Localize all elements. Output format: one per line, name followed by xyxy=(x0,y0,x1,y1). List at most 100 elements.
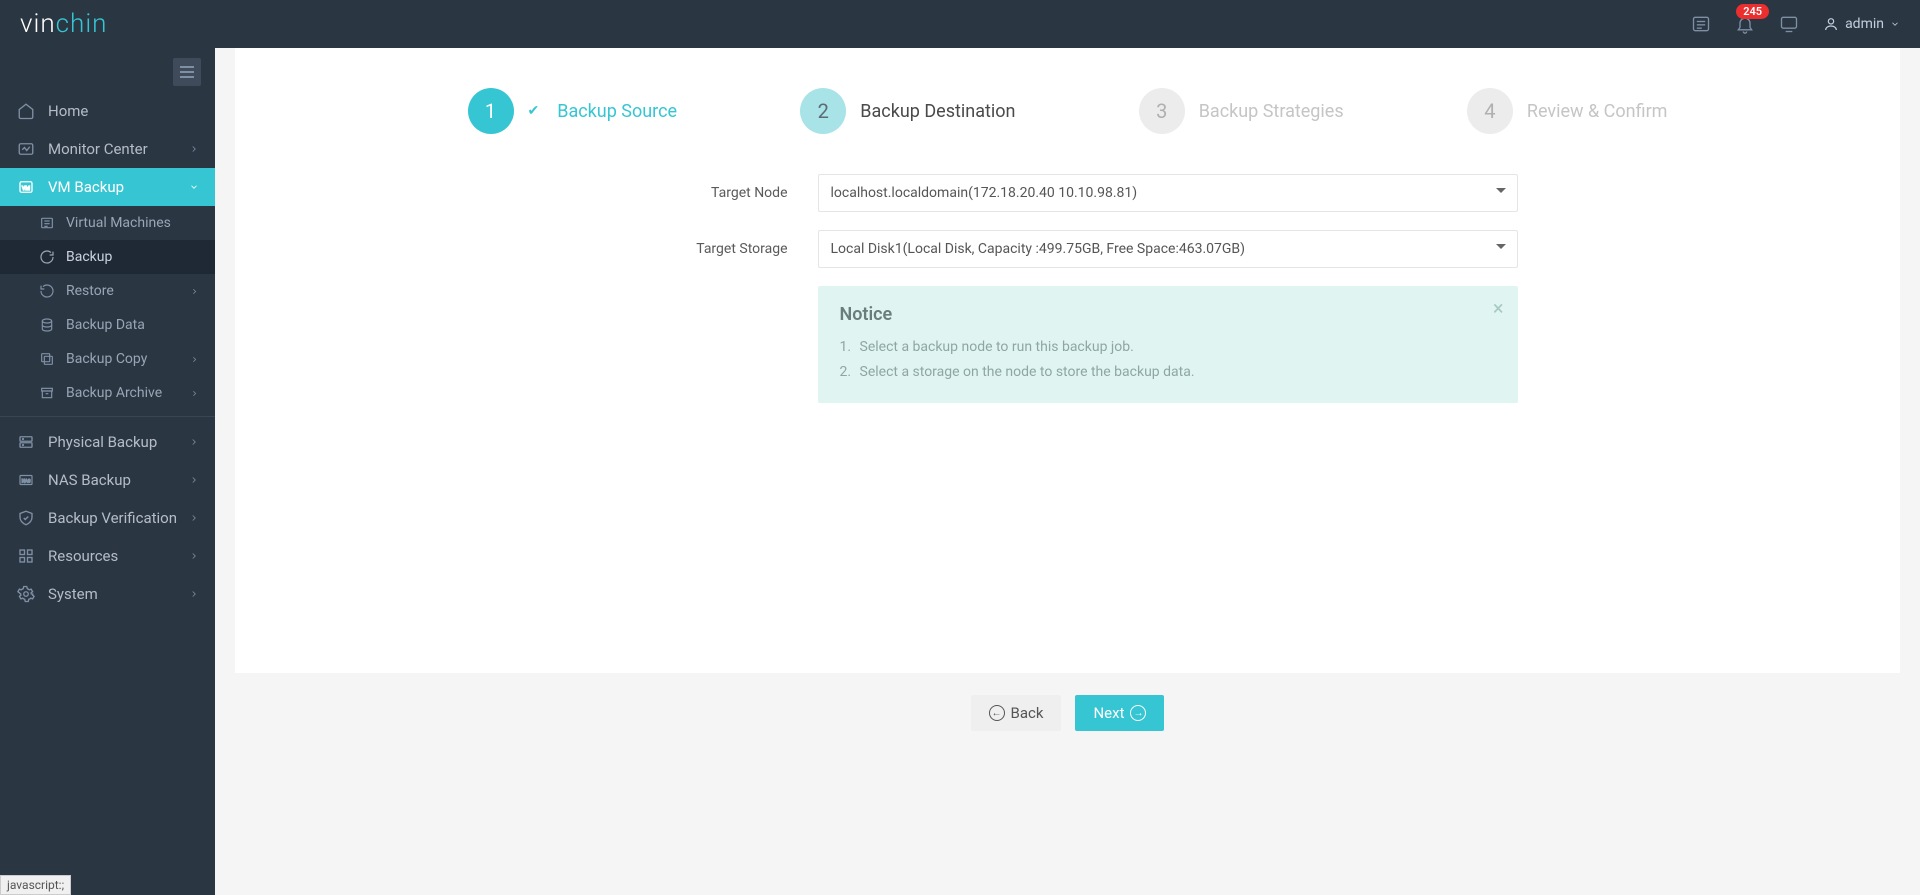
shield-check-icon xyxy=(16,509,36,527)
sub-label: Backup xyxy=(66,249,112,265)
gear-icon xyxy=(16,585,36,603)
nav-label: Physical Backup xyxy=(48,433,157,451)
status-bar-url: javascript:; xyxy=(0,875,71,895)
nav-label: System xyxy=(48,585,98,603)
chevron-down-icon xyxy=(1890,19,1900,29)
chevron-right-icon xyxy=(190,287,199,296)
nav-label: NAS Backup xyxy=(48,471,131,489)
back-label: Back xyxy=(1011,704,1044,722)
chevron-right-icon xyxy=(189,437,199,447)
notification-badge: 245 xyxy=(1736,4,1769,19)
svg-text:VM: VM xyxy=(22,186,30,192)
next-button[interactable]: Next → xyxy=(1075,695,1164,731)
home-icon xyxy=(16,102,36,120)
arrow-left-icon: ← xyxy=(989,705,1005,721)
wizard-panel: 1 ✔ Backup Source 2 Backup Destination 3… xyxy=(235,48,1900,673)
step-label: Backup Strategies xyxy=(1199,101,1344,122)
nav-backup-verification[interactable]: Backup Verification xyxy=(0,499,215,537)
user-icon xyxy=(1823,16,1839,32)
nav-physical-backup[interactable]: Physical Backup xyxy=(0,423,215,461)
step-label: Review & Confirm xyxy=(1527,101,1668,122)
bell-icon[interactable]: 245 xyxy=(1735,14,1755,34)
target-node-label: Target Node xyxy=(618,185,818,201)
nav-monitor-center[interactable]: Monitor Center xyxy=(0,130,215,168)
sidebar-toggle-button[interactable] xyxy=(173,58,201,86)
brand-logo[interactable]: vinchin xyxy=(20,9,107,39)
notice-box: × Notice 1.Select a backup node to run t… xyxy=(818,286,1518,403)
grid-icon xyxy=(16,547,36,565)
step-3[interactable]: 3 Backup Strategies xyxy=(1139,88,1344,134)
topbar: vinchin 245 admin xyxy=(0,0,1920,48)
server-icon xyxy=(16,433,36,451)
chevron-right-icon xyxy=(189,144,199,154)
target-storage-select[interactable]: Local Disk1(Local Disk, Capacity :499.75… xyxy=(818,230,1518,268)
backup-icon xyxy=(38,249,56,265)
topbar-right: 245 admin xyxy=(1691,14,1900,34)
nav-label: Monitor Center xyxy=(48,140,148,158)
vm-icon: VM xyxy=(16,178,36,196)
next-label: Next xyxy=(1093,704,1124,722)
step-circle: 4 xyxy=(1467,88,1513,134)
wizard-steps: 1 ✔ Backup Source 2 Backup Destination 3… xyxy=(468,88,1668,134)
step-2[interactable]: 2 Backup Destination xyxy=(800,88,1015,134)
step-1[interactable]: 1 ✔ Backup Source xyxy=(468,88,678,134)
restore-icon xyxy=(38,283,56,299)
sub-label: Backup Copy xyxy=(66,351,147,367)
sub-label: Restore xyxy=(66,283,114,299)
notice-title: Notice xyxy=(840,304,1496,325)
monitor-center-icon xyxy=(16,140,36,158)
sub-label: Backup Archive xyxy=(66,385,162,401)
chevron-right-icon xyxy=(189,551,199,561)
chevron-right-icon xyxy=(189,475,199,485)
sub-virtual-machines[interactable]: Virtual Machines xyxy=(0,206,215,240)
step-label: Backup Source xyxy=(557,101,677,122)
main-content: 1 ✔ Backup Source 2 Backup Destination 3… xyxy=(215,48,1920,895)
sub-backup[interactable]: Backup xyxy=(0,240,215,274)
chevron-right-icon xyxy=(189,513,199,523)
sidebar: Home Monitor Center VM VM Backup Virtual… xyxy=(0,48,215,895)
chevron-right-icon xyxy=(190,389,199,398)
nav-divider xyxy=(0,416,215,417)
sub-backup-data[interactable]: Backup Data xyxy=(0,308,215,342)
nav-nas-backup[interactable]: NAS NAS Backup xyxy=(0,461,215,499)
row-target-storage: Target Storage Local Disk1(Local Disk, C… xyxy=(618,230,1518,268)
nas-icon: NAS xyxy=(16,471,36,489)
brand-part1: vin xyxy=(20,9,56,39)
wizard-footer: ← Back Next → xyxy=(235,695,1900,751)
chevron-right-icon xyxy=(190,355,199,364)
sub-restore[interactable]: Restore xyxy=(0,274,215,308)
close-icon[interactable]: × xyxy=(1493,298,1504,318)
archive-icon xyxy=(38,385,56,401)
brand-part2: chin xyxy=(56,9,108,39)
step-4[interactable]: 4 Review & Confirm xyxy=(1467,88,1668,134)
sub-label: Backup Data xyxy=(66,317,145,333)
step-label: Backup Destination xyxy=(860,101,1015,122)
user-menu[interactable]: admin xyxy=(1823,16,1900,32)
monitor-icon[interactable] xyxy=(1779,14,1799,34)
sub-backup-copy[interactable]: Backup Copy xyxy=(0,342,215,376)
nav-vm-backup[interactable]: VM VM Backup xyxy=(0,168,215,206)
tasks-icon[interactable] xyxy=(1691,14,1711,34)
nav-home[interactable]: Home xyxy=(0,92,215,130)
nav-label: VM Backup xyxy=(48,178,124,196)
chevron-right-icon xyxy=(189,589,199,599)
target-node-select[interactable]: localhost.localdomain(172.18.20.40 10.10… xyxy=(818,174,1518,212)
sub-label: Virtual Machines xyxy=(66,215,171,231)
nav-system[interactable]: System xyxy=(0,575,215,613)
nav-label: Resources xyxy=(48,547,118,565)
back-button[interactable]: ← Back xyxy=(971,695,1062,731)
target-storage-label: Target Storage xyxy=(618,241,818,257)
form-area: Target Node localhost.localdomain(172.18… xyxy=(618,174,1518,403)
notice-line-2: 2.Select a storage on the node to store … xyxy=(840,360,1496,385)
nav-resources[interactable]: Resources xyxy=(0,537,215,575)
chevron-down-icon xyxy=(189,182,199,192)
arrow-right-icon: → xyxy=(1130,705,1146,721)
sub-backup-archive[interactable]: Backup Archive xyxy=(0,376,215,410)
check-icon: ✔ xyxy=(528,103,540,119)
hamburger-icon xyxy=(180,66,194,78)
step-circle: 2 xyxy=(800,88,846,134)
user-name: admin xyxy=(1845,16,1884,32)
database-icon xyxy=(38,317,56,333)
step-circle: 3 xyxy=(1139,88,1185,134)
copy-icon xyxy=(38,351,56,367)
